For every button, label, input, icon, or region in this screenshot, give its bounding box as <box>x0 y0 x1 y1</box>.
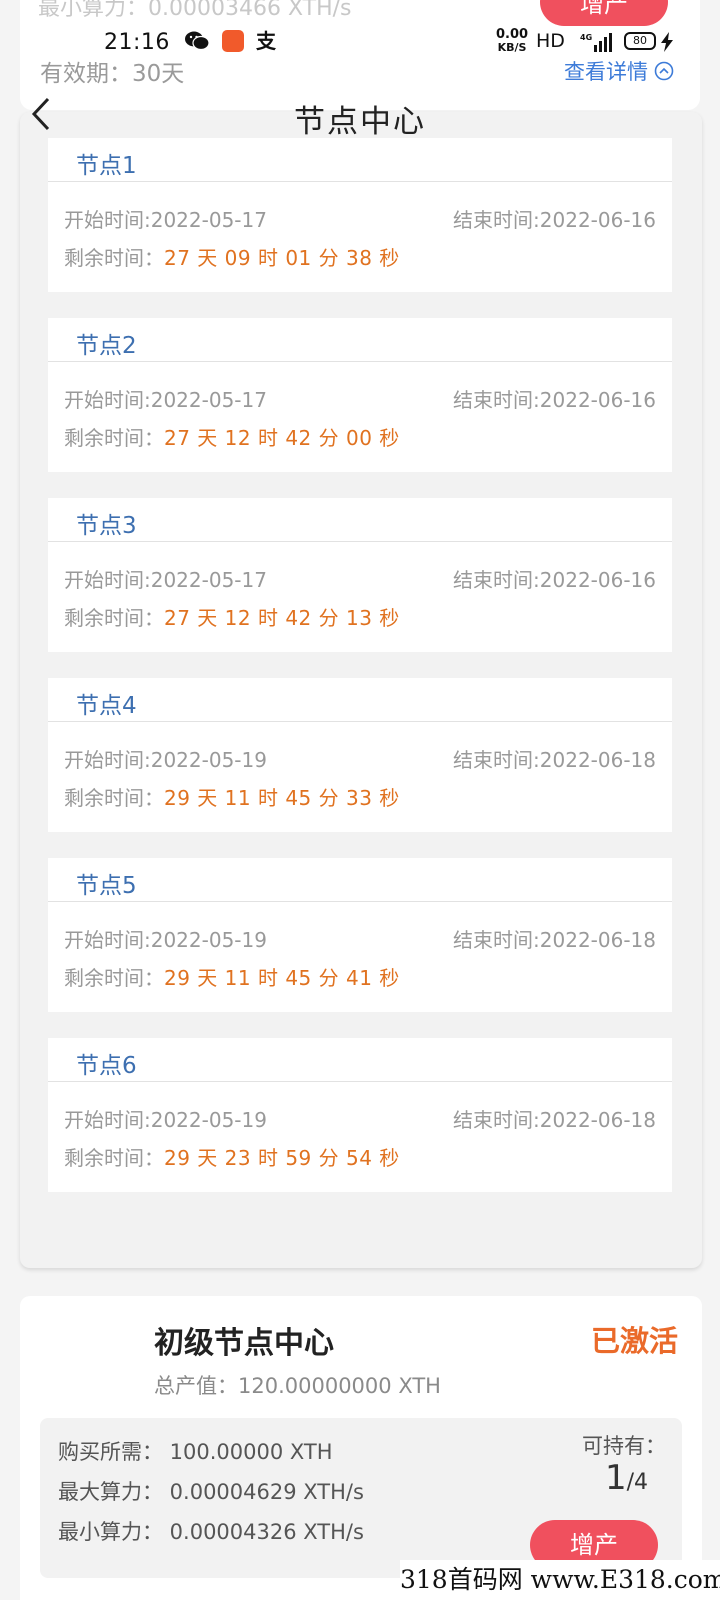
node-remaining: 剩余时间：27 天 12 时 42 分 00 秒 <box>64 422 400 451</box>
node-card-header: 节点2 <box>48 318 672 362</box>
min-power: 最小算力： 0.00004326 XTH/s <box>58 1520 364 1544</box>
node-name: 节点3 <box>76 513 137 539</box>
remaining-countdown: 27 天 12 时 42 分 00 秒 <box>164 426 400 450</box>
remaining-label: 剩余时间： <box>64 606 164 630</box>
node-card-body: 开始时间:2022-05-17 结束时间:2022-06-16 剩余时间：27 … <box>48 182 672 292</box>
activation-status: 已激活 <box>590 1324 678 1358</box>
node-card-header: 节点4 <box>48 678 672 722</box>
charging-bolt-icon <box>661 32 673 52</box>
remaining-countdown: 27 天 12 时 42 分 13 秒 <box>164 606 400 630</box>
remaining-countdown: 29 天 11 时 45 分 33 秒 <box>164 786 400 810</box>
node-card: 节点5 开始时间:2022-05-19 结束时间:2022-06-18 剩余时间… <box>48 858 672 1012</box>
chevron-up-circle-icon <box>654 61 674 81</box>
site-watermark: 318首码网 www.E318.com <box>400 1560 720 1600</box>
node-remaining: 剩余时间：29 天 11 时 45 分 41 秒 <box>64 962 400 991</box>
node-name: 节点1 <box>76 153 137 179</box>
remaining-countdown: 29 天 23 时 59 分 54 秒 <box>164 1146 400 1170</box>
node-center-screen: 最小算力：0.00003466 XTH/s 增产 21:16 支 0.00 KB… <box>0 0 720 1600</box>
alipay-icon: 支 <box>256 29 276 53</box>
view-details-link[interactable]: 查看详情 <box>564 56 674 86</box>
node-card: 节点3 开始时间:2022-05-17 结束时间:2022-06-16 剩余时间… <box>48 498 672 652</box>
node-start-time: 开始时间:2022-05-19 <box>64 1108 267 1132</box>
node-start-time: 开始时间:2022-05-17 <box>64 568 267 592</box>
node-card: 节点4 开始时间:2022-05-19 结束时间:2022-06-18 剩余时间… <box>48 678 672 832</box>
remaining-countdown: 27 天 09 时 01 分 38 秒 <box>164 246 400 270</box>
node-end-time: 结束时间:2022-06-16 <box>453 568 656 592</box>
remaining-label: 剩余时间： <box>64 426 164 450</box>
node-end-time: 结束时间:2022-06-18 <box>453 928 656 952</box>
battery-indicator: 80 <box>624 32 656 50</box>
net-speed-value: 0.00 <box>496 27 529 42</box>
node-card-body: 开始时间:2022-05-19 结束时间:2022-06-18 剩余时间：29 … <box>48 722 672 832</box>
page-title: 节点中心 <box>294 104 426 140</box>
node-card: 节点6 开始时间:2022-05-19 结束时间:2022-06-18 剩余时间… <box>48 1038 672 1192</box>
node-center-title: 初级节点中心 <box>154 1326 334 1361</box>
remaining-label: 剩余时间： <box>64 786 164 810</box>
holdable-current: 1 <box>604 1458 627 1498</box>
node-card-header: 节点3 <box>48 498 672 542</box>
holdable-count: 1/4 <box>605 1458 648 1498</box>
node-card-header: 节点5 <box>48 858 672 902</box>
signal-type-label: 4G <box>580 33 592 42</box>
hd-label: HD <box>536 30 565 52</box>
node-remaining: 剩余时间：29 天 23 时 59 分 54 秒 <box>64 1142 400 1171</box>
node-card-header: 节点6 <box>48 1038 672 1082</box>
remaining-countdown: 29 天 11 时 45 分 41 秒 <box>164 966 400 990</box>
node-remaining: 剩余时间：27 天 12 时 42 分 13 秒 <box>64 602 400 631</box>
remaining-label: 剩余时间： <box>64 966 164 990</box>
node-card-body: 开始时间:2022-05-19 结束时间:2022-06-18 剩余时间：29 … <box>48 1082 672 1192</box>
node-name: 节点4 <box>76 693 137 719</box>
node-end-time: 结束时间:2022-06-18 <box>453 1108 656 1132</box>
node-end-time: 结束时间:2022-06-18 <box>453 748 656 772</box>
view-details-label: 查看详情 <box>564 60 648 84</box>
validity-period: 有效期：30天 <box>40 61 185 87</box>
purchase-requirement: 购买所需： 100.00000 XTH <box>58 1440 333 1464</box>
remaining-label: 剩余时间： <box>64 246 164 270</box>
node-start-time: 开始时间:2022-05-19 <box>64 928 267 952</box>
holdable-label: 可持有： <box>582 1434 666 1458</box>
signal-icon: 4G <box>580 33 612 52</box>
wechat-icon <box>185 31 210 51</box>
node-start-time: 开始时间:2022-05-17 <box>64 388 267 412</box>
node-name: 节点2 <box>76 333 137 359</box>
holdable-max: /4 <box>626 1470 648 1495</box>
node-end-time: 结束时间:2022-06-16 <box>453 208 656 232</box>
net-speed-unit: KB/S <box>497 41 527 54</box>
remaining-label: 剩余时间： <box>64 1146 164 1170</box>
max-power: 最大算力： 0.00004629 XTH/s <box>58 1480 364 1504</box>
total-output: 总产值：120.00000000 XTH <box>154 1374 441 1398</box>
node-remaining: 剩余时间：27 天 09 时 01 分 38 秒 <box>64 242 400 271</box>
net-speed: 0.00 KB/S <box>496 28 528 54</box>
node-start-time: 开始时间:2022-05-17 <box>64 208 267 232</box>
node-card-header: 节点1 <box>48 138 672 182</box>
node-card-body: 开始时间:2022-05-17 结束时间:2022-06-16 剩余时间：27 … <box>48 362 672 472</box>
node-name: 节点5 <box>76 873 137 899</box>
node-name: 节点6 <box>76 1053 137 1079</box>
node-card-body: 开始时间:2022-05-19 结束时间:2022-06-18 剩余时间：29 … <box>48 902 672 1012</box>
node-end-time: 结束时间:2022-06-16 <box>453 388 656 412</box>
previous-card-min-power: 最小算力：0.00003466 XTH/s <box>38 0 352 21</box>
previous-boost-button[interactable]: 增产 <box>540 0 668 26</box>
node-card-body: 开始时间:2022-05-17 结束时间:2022-06-16 剩余时间：27 … <box>48 542 672 652</box>
status-time: 21:16 <box>104 30 170 55</box>
node-card: 节点1 开始时间:2022-05-17 结束时间:2022-06-16 剩余时间… <box>48 138 672 292</box>
app-notification-icon <box>222 30 244 52</box>
node-start-time: 开始时间:2022-05-19 <box>64 748 267 772</box>
back-arrow-icon[interactable] <box>28 96 54 132</box>
node-card: 节点2 开始时间:2022-05-17 结束时间:2022-06-16 剩余时间… <box>48 318 672 472</box>
node-remaining: 剩余时间：29 天 11 时 45 分 33 秒 <box>64 782 400 811</box>
